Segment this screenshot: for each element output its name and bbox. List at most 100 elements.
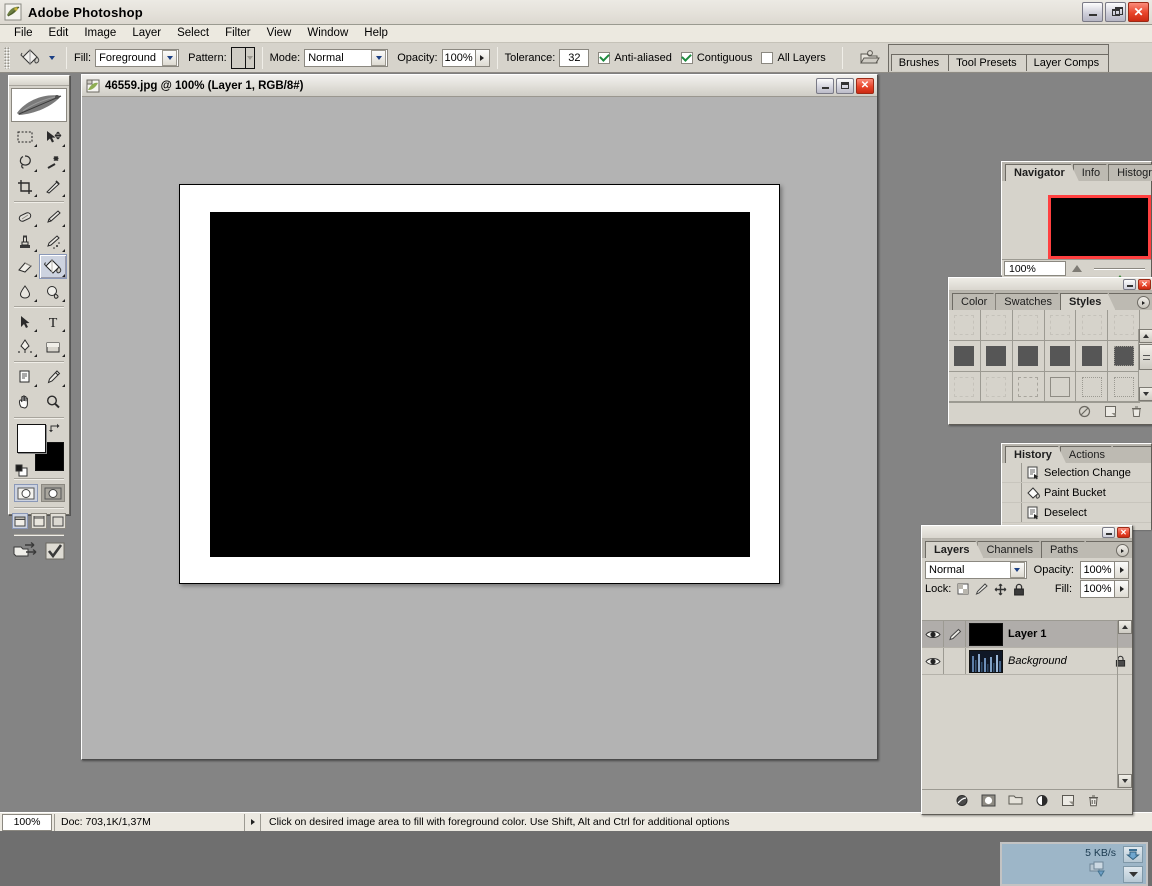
- tool-preset-dropdown[interactable]: [49, 56, 55, 60]
- download-speed-widget[interactable]: 5 KB/s: [1000, 842, 1148, 886]
- layer-visibility-toggle[interactable]: [922, 648, 944, 674]
- dropdown-arrow-button[interactable]: [1123, 866, 1143, 883]
- layer-blend-mode-select[interactable]: Normal: [925, 561, 1027, 579]
- rectangle-shape-tool[interactable]: [39, 334, 67, 359]
- style-swatch[interactable]: [1076, 372, 1108, 403]
- layer-thumbnail[interactable]: [969, 623, 1003, 646]
- edit-in-imageready-button[interactable]: [44, 541, 66, 561]
- new-style-icon[interactable]: [1104, 405, 1117, 418]
- menu-file[interactable]: File: [6, 25, 41, 42]
- document-close-button[interactable]: ✕: [856, 78, 874, 94]
- style-swatch[interactable]: [981, 310, 1013, 341]
- options-bar-grip[interactable]: [4, 47, 10, 69]
- eyedropper-tool[interactable]: [39, 364, 67, 389]
- layer-link-cell[interactable]: [944, 648, 966, 674]
- opacity-field-group[interactable]: 100%: [442, 49, 490, 67]
- styles-menu-icon[interactable]: [1137, 296, 1150, 309]
- layer-visibility-toggle[interactable]: [922, 621, 944, 647]
- image-canvas[interactable]: [179, 184, 780, 584]
- layer-thumbnail[interactable]: [969, 650, 1003, 673]
- styles-close-button[interactable]: ✕: [1138, 279, 1151, 290]
- quick-mask-mode-button[interactable]: [41, 484, 65, 502]
- style-swatch[interactable]: [949, 341, 981, 372]
- dodge-tool[interactable]: [39, 279, 67, 304]
- delete-layer-icon[interactable]: [1087, 794, 1100, 807]
- style-swatch[interactable]: [1013, 341, 1045, 372]
- toolbox-drag-handle[interactable]: [9, 76, 69, 86]
- style-swatch[interactable]: [949, 372, 981, 403]
- history-item[interactable]: Selection Change: [1002, 463, 1151, 483]
- lock-image-pixels-icon[interactable]: [975, 583, 988, 595]
- status-zoom-input[interactable]: 100%: [2, 814, 52, 831]
- layers-scroll-down-icon[interactable]: [1118, 774, 1132, 788]
- style-swatch[interactable]: [1076, 341, 1108, 372]
- style-swatch[interactable]: [1076, 310, 1108, 341]
- palette-tab-brushes[interactable]: Brushes: [891, 54, 949, 71]
- layer-opacity-group[interactable]: 100%: [1080, 561, 1129, 579]
- document-canvas-area[interactable]: [82, 97, 877, 759]
- close-button[interactable]: ✕: [1128, 2, 1149, 22]
- tab-paths[interactable]: Paths: [1041, 541, 1092, 558]
- document-minimize-button[interactable]: [816, 78, 834, 94]
- lock-transparent-pixels-icon[interactable]: [957, 583, 969, 595]
- new-group-icon[interactable]: [1008, 794, 1023, 806]
- tab-styles[interactable]: Styles: [1060, 293, 1115, 310]
- scroll-thumb[interactable]: [1139, 344, 1152, 370]
- lock-all-icon[interactable]: [1013, 583, 1025, 596]
- navigator-zoom-input[interactable]: 100%: [1004, 261, 1066, 276]
- menu-select[interactable]: Select: [169, 25, 217, 42]
- tab-info[interactable]: Info: [1073, 164, 1114, 181]
- history-item[interactable]: Deselect: [1002, 503, 1151, 523]
- pattern-chevron-down-icon[interactable]: [245, 48, 254, 68]
- styles-minimize-button[interactable]: [1123, 279, 1136, 290]
- navigator-zoom-slider[interactable]: [1094, 261, 1145, 276]
- layer-active-brush-icon[interactable]: [944, 621, 966, 647]
- pattern-picker[interactable]: [231, 47, 255, 69]
- history-item[interactable]: Paint Bucket: [1002, 483, 1151, 503]
- status-menu-arrow-icon[interactable]: [244, 814, 260, 831]
- full-screen-with-menubar-button[interactable]: [31, 513, 47, 529]
- jump-to-imageready-button[interactable]: [12, 541, 38, 561]
- navigator-preview[interactable]: [1048, 191, 1151, 263]
- palette-tab-tool-presets[interactable]: Tool Presets: [948, 54, 1027, 71]
- style-swatch[interactable]: [981, 341, 1013, 372]
- tab-layers[interactable]: Layers: [925, 541, 983, 558]
- history-snapshot-box[interactable]: [1002, 463, 1022, 482]
- palette-well-icon[interactable]: [856, 46, 882, 70]
- tab-history[interactable]: History: [1005, 446, 1066, 463]
- eraser-tool[interactable]: [11, 254, 39, 279]
- brush-tool[interactable]: [39, 204, 67, 229]
- document-maximize-button[interactable]: [836, 78, 854, 94]
- layer-opacity-popup-icon[interactable]: [1115, 561, 1129, 579]
- opacity-popup-arrow-icon[interactable]: [476, 49, 490, 67]
- menu-image[interactable]: Image: [76, 25, 124, 42]
- anti-aliased-checkbox[interactable]: Anti-aliased: [598, 52, 671, 64]
- type-tool[interactable]: T: [39, 309, 67, 334]
- layers-palette-header[interactable]: ✕: [922, 526, 1132, 539]
- layer-fill-value[interactable]: 100%: [1080, 580, 1115, 598]
- tolerance-input[interactable]: 32: [559, 49, 589, 67]
- status-document-info[interactable]: Doc: 703,1K/1,37M: [54, 814, 244, 831]
- healing-brush-tool[interactable]: [11, 204, 39, 229]
- notes-tool[interactable]: [11, 364, 39, 389]
- layer-opacity-value[interactable]: 100%: [1080, 561, 1115, 579]
- new-layer-icon[interactable]: [1061, 794, 1075, 807]
- layer-mask-icon[interactable]: [981, 794, 996, 807]
- style-swatch[interactable]: [1013, 372, 1045, 403]
- layers-scroll-up-icon[interactable]: [1118, 620, 1132, 634]
- scroll-down-icon[interactable]: [1139, 387, 1152, 401]
- layers-minimize-button[interactable]: [1102, 527, 1115, 538]
- tab-actions[interactable]: Actions: [1060, 446, 1119, 463]
- swap-colors-icon[interactable]: [48, 422, 61, 435]
- move-tool[interactable]: [39, 124, 67, 149]
- blur-tool[interactable]: [11, 279, 39, 304]
- tab-swatches[interactable]: Swatches: [995, 293, 1066, 310]
- lasso-tool[interactable]: [11, 149, 39, 174]
- tab-histogram[interactable]: Histogram: [1108, 164, 1152, 181]
- delete-style-icon[interactable]: [1130, 405, 1143, 418]
- foreground-color-swatch[interactable]: [17, 424, 46, 453]
- styles-palette-header[interactable]: ✕: [949, 278, 1152, 291]
- pen-tool[interactable]: [11, 334, 39, 359]
- styles-scrollbar[interactable]: [1138, 329, 1152, 401]
- zoom-out-icon[interactable]: [1066, 265, 1088, 272]
